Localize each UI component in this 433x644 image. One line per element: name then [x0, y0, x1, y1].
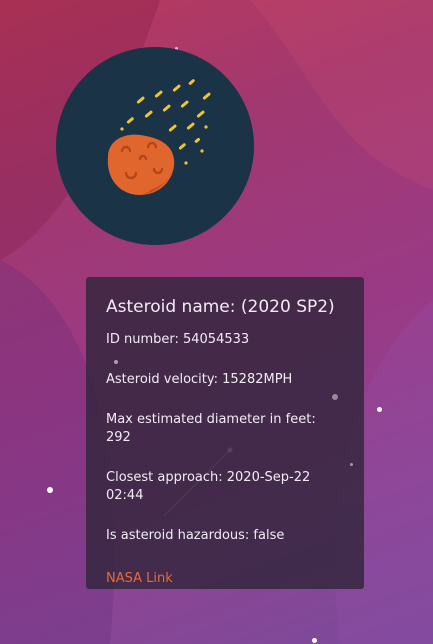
star: [332, 394, 338, 400]
asteroid-id: ID number: 54054533: [106, 332, 250, 347]
nasa-link[interactable]: NASA Link: [106, 570, 173, 588]
asteroid-name: Asteroid name: (2020 SP2): [106, 297, 335, 317]
asteroid-icon: [107, 79, 211, 195]
asteroid-avatar: [56, 47, 254, 245]
star: [312, 638, 317, 643]
star: [114, 360, 118, 364]
asteroid-diameter: Max estimated diameter in feet: 292: [106, 412, 316, 445]
asteroid-velocity: Asteroid velocity: 15282MPH: [106, 372, 293, 387]
asteroid-info-card: Asteroid name: (2020 SP2) ID number: 540…: [86, 277, 364, 589]
star: [350, 463, 353, 466]
star: [377, 407, 382, 412]
closest-approach: Closest approach: 2020-Sep-22 02:44: [106, 470, 311, 503]
hazardous-status: Is asteroid hazardous: false: [106, 528, 285, 543]
star: [47, 487, 53, 493]
